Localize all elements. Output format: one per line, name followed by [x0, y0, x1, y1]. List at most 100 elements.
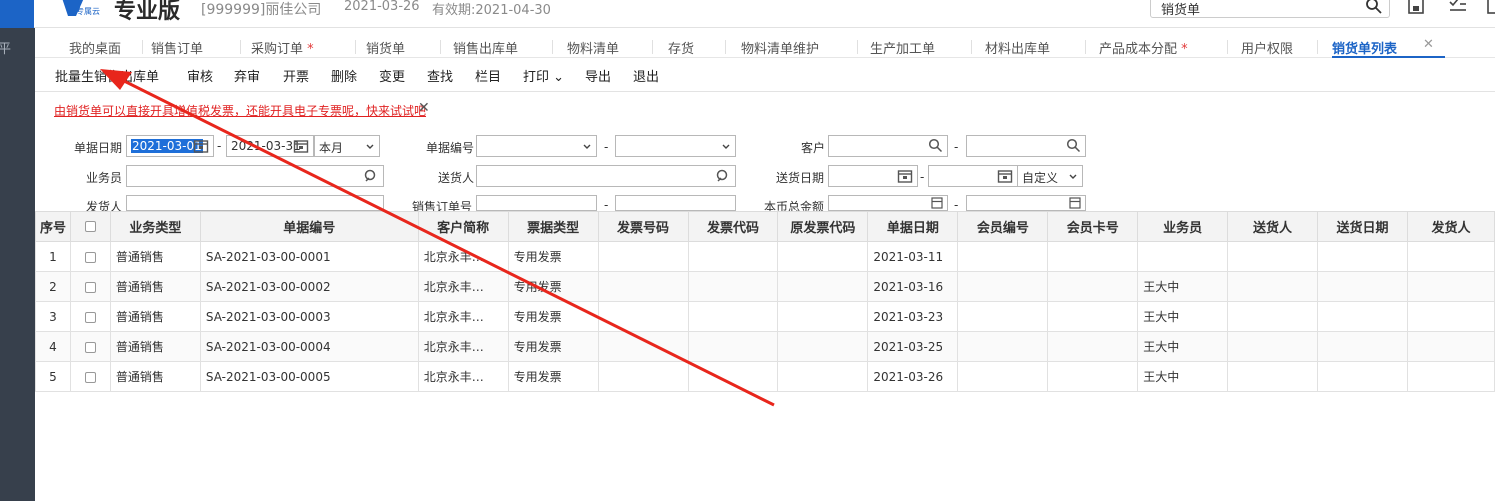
row-checkbox[interactable] — [84, 341, 96, 353]
row-checkbox[interactable] — [84, 251, 96, 263]
calendar-icon[interactable] — [293, 138, 309, 154]
table-row[interactable]: 2 普通销售 SA-2021-03-00-0002 北京永丰… 专用发票 2021-03-… — [35, 271, 1495, 302]
tab-sales-outbound[interactable]: 销售出库单 — [453, 38, 518, 57]
search-icon[interactable] — [1066, 138, 1081, 153]
delivery-date-from-input[interactable] — [828, 165, 918, 187]
date-to-input[interactable]: 2021-03-31 — [226, 135, 314, 157]
doc-no-from-select[interactable] — [476, 135, 597, 157]
column-header[interactable]: 发货人 — [1406, 211, 1495, 242]
column-header[interactable]: 发票号码 — [597, 211, 689, 242]
deliverer-input[interactable] — [476, 165, 736, 187]
tab-inventory[interactable]: 存货 — [668, 38, 694, 57]
close-tab-icon[interactable]: ✕ — [1423, 37, 1434, 52]
table-cell: 普通销售 — [109, 271, 201, 302]
column-header[interactable]: 会员卡号 — [1047, 211, 1139, 242]
app-window: 专属云 专业版 [999999]丽佳公司 2021-03-26 有效期:2021… — [0, 0, 1495, 501]
row-checkbox[interactable] — [84, 311, 96, 323]
column-header[interactable]: 发票代码 — [687, 211, 779, 242]
column-header[interactable]: 单据编号 — [199, 211, 419, 242]
doc-no-to-select[interactable] — [615, 135, 736, 157]
shipper-input[interactable] — [126, 195, 384, 211]
column-header[interactable]: 客户简称 — [417, 211, 509, 242]
unapprove-button[interactable]: 弃审 — [234, 66, 260, 85]
row-checkbox[interactable] — [84, 371, 96, 383]
column-header[interactable]: 票据类型 — [507, 211, 599, 242]
table-cell: 王大中 — [1137, 361, 1229, 392]
column-header[interactable]: 单据日期 — [867, 211, 959, 242]
column-header[interactable]: 原发票代码 — [777, 211, 869, 242]
table-row[interactable]: 4 普通销售 SA-2021-03-00-0004 北京永丰… 专用发票 2021-03-… — [35, 331, 1495, 362]
column-header[interactable]: 序号 — [35, 211, 71, 242]
search-icon[interactable] — [1365, 0, 1383, 15]
tab-label: 采购订单 — [251, 42, 304, 57]
tab-bom[interactable]: 物料清单 — [567, 38, 619, 57]
export-button[interactable]: 导出 — [585, 66, 611, 85]
calculator-icon[interactable] — [931, 197, 943, 209]
customer-to-input[interactable] — [966, 135, 1086, 157]
sales-order-to-select[interactable] — [615, 195, 736, 211]
calendar-icon[interactable] — [193, 138, 209, 154]
table-cell: 2021-03-16 — [867, 271, 959, 302]
table-cell — [1227, 301, 1319, 332]
save-icon[interactable] — [1406, 0, 1426, 16]
column-header[interactable]: 业务员 — [1137, 211, 1229, 242]
change-button[interactable]: 变更 — [379, 66, 405, 85]
tab-sales-delivery[interactable]: 销货单 — [366, 38, 405, 57]
table-row[interactable]: 1 普通销售 SA-2021-03-00-0001 北京永丰… 专用发票 2021-03-… — [35, 241, 1495, 272]
sales-order-from-select[interactable] — [476, 195, 597, 211]
search-icon[interactable] — [928, 138, 943, 153]
tab-production-order[interactable]: 生产加工单 — [870, 38, 935, 57]
table-cell — [1047, 241, 1139, 272]
column-header[interactable]: 送货人 — [1227, 211, 1319, 242]
tab-bom-maintenance[interactable]: 物料清单维护 — [741, 38, 819, 57]
close-notice-icon[interactable]: ✕ — [418, 100, 430, 116]
table-row[interactable]: 5 普通销售 SA-2021-03-00-0005 北京永丰… 专用发票 2021-03-… — [35, 361, 1495, 392]
tab-cost-allocation[interactable]: 产品成本分配 * — [1099, 38, 1188, 57]
exit-button[interactable]: 退出 — [633, 66, 659, 85]
salesman-input[interactable] — [126, 165, 384, 187]
person-search-icon[interactable] — [363, 168, 379, 184]
select-all-checkbox[interactable] — [84, 221, 96, 232]
tab-label: 用户权限 — [1241, 42, 1294, 57]
einvoice-promo-link[interactable]: 由销货单可以直接开具增值税发票，还能开具电子专票呢，快来试试吧 — [54, 102, 426, 119]
checklist-icon[interactable] — [1448, 0, 1468, 16]
range-dash: - — [954, 140, 959, 154]
table-row[interactable]: 3 普通销售 SA-2021-03-00-0003 北京永丰… 专用发票 2021-03-… — [35, 301, 1495, 332]
unsaved-marker: * — [1181, 42, 1188, 57]
column-header[interactable]: 业务类型 — [109, 211, 201, 242]
print-button[interactable]: 打印 ⌄ — [523, 66, 564, 85]
calendar-icon[interactable] — [897, 168, 913, 184]
table-cell: SA-2021-03-00-0004 — [199, 331, 419, 362]
column-header[interactable]: 会员编号 — [957, 211, 1049, 242]
total-amount-to-input[interactable] — [966, 195, 1086, 211]
customer-from-input[interactable] — [828, 135, 948, 157]
total-amount-from-input[interactable] — [828, 195, 948, 211]
delivery-date-to-input[interactable] — [928, 165, 1018, 187]
calculator-icon[interactable] — [1069, 197, 1081, 209]
find-button[interactable]: 查找 — [427, 66, 453, 85]
columns-button[interactable]: 栏目 — [475, 66, 501, 85]
tab-user-permissions[interactable]: 用户权限 — [1241, 38, 1294, 57]
delivery-period-select[interactable]: 自定义 — [1017, 165, 1083, 187]
global-search-input[interactable]: 销货单 — [1150, 0, 1390, 18]
tab-sales-delivery-list[interactable]: 销货单列表 — [1332, 38, 1397, 57]
tab-purchase-order[interactable]: 采购订单 * — [251, 38, 314, 57]
approve-button[interactable]: 审核 — [187, 66, 213, 85]
table-cell — [1227, 241, 1319, 272]
sidebar-label[interactable]: 平 — [0, 38, 11, 57]
select-all-checkbox-cell[interactable] — [69, 211, 111, 242]
tab-sales-order[interactable]: 销售订单 — [151, 38, 203, 57]
date-from-input[interactable]: 2021-03-01 — [126, 135, 214, 157]
global-search-value: 销货单 — [1161, 3, 1201, 18]
invoice-button[interactable]: 开票 — [283, 66, 309, 85]
row-checkbox[interactable] — [84, 281, 96, 293]
person-search-icon[interactable] — [715, 168, 731, 184]
exit-icon[interactable] — [1484, 0, 1495, 16]
delete-button[interactable]: 删除 — [331, 66, 357, 85]
calendar-icon[interactable] — [997, 168, 1013, 184]
column-header[interactable]: 送货日期 — [1317, 211, 1408, 242]
tab-material-outbound[interactable]: 材料出库单 — [985, 38, 1050, 57]
date-period-select[interactable]: 本月 — [314, 135, 380, 157]
tab-my-desktop[interactable]: 我的桌面 — [69, 38, 121, 57]
batch-generate-outbound-button[interactable]: 批量生销售出库单 — [55, 66, 159, 85]
